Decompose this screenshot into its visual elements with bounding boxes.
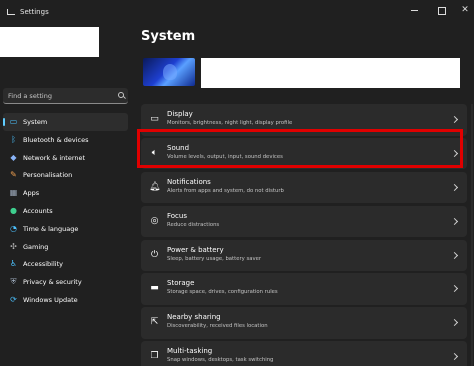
chevron-right-icon — [450, 183, 459, 191]
chevron-right-icon — [450, 353, 459, 361]
card-display[interactable]: ▭ Display Monitors, brightness, night li… — [141, 104, 467, 136]
card-nearby-sharing[interactable]: ⇱ Nearby sharing Discoverability, receiv… — [141, 307, 467, 339]
card-title: Power & battery — [167, 245, 224, 254]
card-title: Display — [167, 110, 193, 118]
sidebar-nav: ▭ System ᛒ Bluetooth & devices ◆ Network… — [3, 113, 128, 309]
sidebar-item-label: Accessibility — [23, 260, 63, 269]
card-notifications[interactable]: 🔔︎ Notifications Alerts from apps and sy… — [141, 171, 467, 204]
card-title: Notifications — [167, 177, 211, 186]
card-subtitle: Snap windows, desktops, task switching — [167, 357, 274, 364]
sidebar-item-label: System — [23, 118, 48, 126]
sidebar-item-system[interactable]: ▭ System — [3, 113, 128, 131]
scrollbar[interactable] — [471, 104, 473, 366]
share-icon: ⇱ — [150, 317, 159, 328]
sidebar-item-network[interactable]: ◆ Network & internet — [3, 149, 128, 167]
brush-icon: ✎ — [10, 170, 17, 180]
chevron-right-icon — [450, 319, 459, 327]
multitask-icon: ❐ — [150, 351, 159, 362]
card-subtitle: Discoverability, received files location — [167, 323, 268, 330]
update-icon: ⟳ — [10, 294, 17, 304]
maximize-button[interactable] — [432, 4, 450, 16]
sidebar-item-label: Personalisation — [23, 171, 73, 180]
window-title: Settings — [20, 8, 49, 16]
card-power-battery[interactable]: ⏻ Power & battery Sleep, battery usage, … — [141, 239, 467, 272]
sidebar-item-label: Windows Update — [23, 295, 78, 304]
sidebar-item-label: Privacy & security — [23, 278, 82, 287]
speaker-icon: 🔈︎ — [151, 147, 158, 158]
chevron-right-icon — [450, 217, 459, 225]
card-focus[interactable]: ◎ Focus Reduce distractions — [141, 205, 467, 238]
card-title: Nearby sharing — [167, 313, 221, 322]
chevron-right-icon — [450, 251, 459, 259]
card-sound[interactable]: 🔈︎ Sound Volume levels, output, input, s… — [141, 137, 467, 170]
display-icon: ▭ — [150, 114, 159, 124]
sidebar-item-time-language[interactable]: ◔ Time & language — [3, 220, 128, 238]
network-icon: ◆ — [10, 152, 17, 162]
card-multitasking[interactable]: ❐ Multi-tasking Snap windows, desktops, … — [141, 341, 467, 366]
person-icon: ● — [10, 205, 17, 215]
power-icon: ⏻ — [150, 249, 159, 260]
chevron-right-icon — [450, 149, 459, 157]
search-placeholder: Find a setting — [8, 92, 52, 100]
bluetooth-icon: ᛒ — [11, 134, 16, 144]
card-storage[interactable]: ▬ Storage Storage space, drives, configu… — [141, 273, 467, 305]
main-content: System ▭ Display Monitors, brightness, n… — [132, 24, 474, 366]
sidebar-item-label: Bluetooth & devices — [23, 135, 89, 144]
sidebar-item-accounts[interactable]: ● Accounts — [3, 202, 128, 220]
chevron-right-icon — [450, 285, 459, 293]
shield-icon: ⛨ — [10, 277, 17, 287]
chevron-right-icon — [450, 115, 459, 124]
card-subtitle: Volume levels, output, input, sound devi… — [167, 153, 283, 160]
sidebar-item-label: Accounts — [23, 206, 53, 215]
card-subtitle: Reduce distractions — [167, 221, 220, 228]
sidebar-item-personalisation[interactable]: ✎ Personalisation — [3, 166, 128, 184]
sidebar: Find a setting ▭ System ᛒ Bluetooth & de… — [0, 24, 132, 366]
bell-icon: 🔔︎ — [149, 181, 161, 192]
sidebar-item-label: Time & language — [23, 224, 79, 233]
accessibility-icon: ♿ — [9, 259, 18, 269]
close-button[interactable]: ✕ — [456, 4, 474, 16]
sidebar-item-gaming[interactable]: ✣ Gaming — [3, 238, 128, 256]
sidebar-item-label: Gaming — [23, 242, 49, 251]
settings-card-list: ▭ Display Monitors, brightness, night li… — [141, 104, 467, 366]
desktop-wallpaper-thumbnail — [143, 58, 195, 86]
device-name-box[interactable] — [201, 58, 460, 88]
card-title: Storage — [167, 279, 195, 288]
card-subtitle: Alerts from apps and system, do not dist… — [167, 187, 284, 194]
search-input[interactable]: Find a setting — [3, 88, 128, 104]
card-title: Multi-tasking — [167, 347, 213, 356]
sidebar-item-windows-update[interactable]: ⟳ Windows Update — [3, 291, 128, 309]
globe-clock-icon: ◔ — [10, 223, 17, 233]
card-subtitle: Storage space, drives, configuration rul… — [167, 289, 278, 296]
sidebar-item-bluetooth[interactable]: ᛒ Bluetooth & devices — [3, 131, 128, 149]
focus-icon: ◎ — [150, 215, 159, 226]
apps-icon: ▦ — [9, 188, 18, 198]
gamepad-icon: ✣ — [10, 241, 17, 251]
storage-icon: ▬ — [150, 283, 159, 294]
title-bar: Settings ✕ — [0, 0, 474, 24]
minimize-button[interactable] — [406, 4, 424, 16]
card-subtitle: Sleep, battery usage, battery saver — [167, 255, 262, 262]
card-subtitle: Monitors, brightness, night light, displ… — [167, 120, 293, 126]
sidebar-item-accessibility[interactable]: ♿ Accessibility — [3, 255, 128, 273]
sidebar-item-privacy[interactable]: ⛨ Privacy & security — [3, 273, 128, 291]
sidebar-item-label: Apps — [23, 189, 40, 198]
search-icon[interactable] — [118, 92, 124, 98]
sidebar-item-apps[interactable]: ▦ Apps — [3, 184, 128, 202]
monitor-icon: ▭ — [9, 117, 18, 126]
page-title: System — [141, 29, 196, 44]
sidebar-item-label: Network & internet — [23, 153, 86, 162]
user-profile-card[interactable] — [0, 27, 99, 57]
card-title: Focus — [167, 211, 187, 220]
card-title: Sound — [167, 143, 190, 152]
back-arrow-icon[interactable] — [7, 9, 15, 15]
